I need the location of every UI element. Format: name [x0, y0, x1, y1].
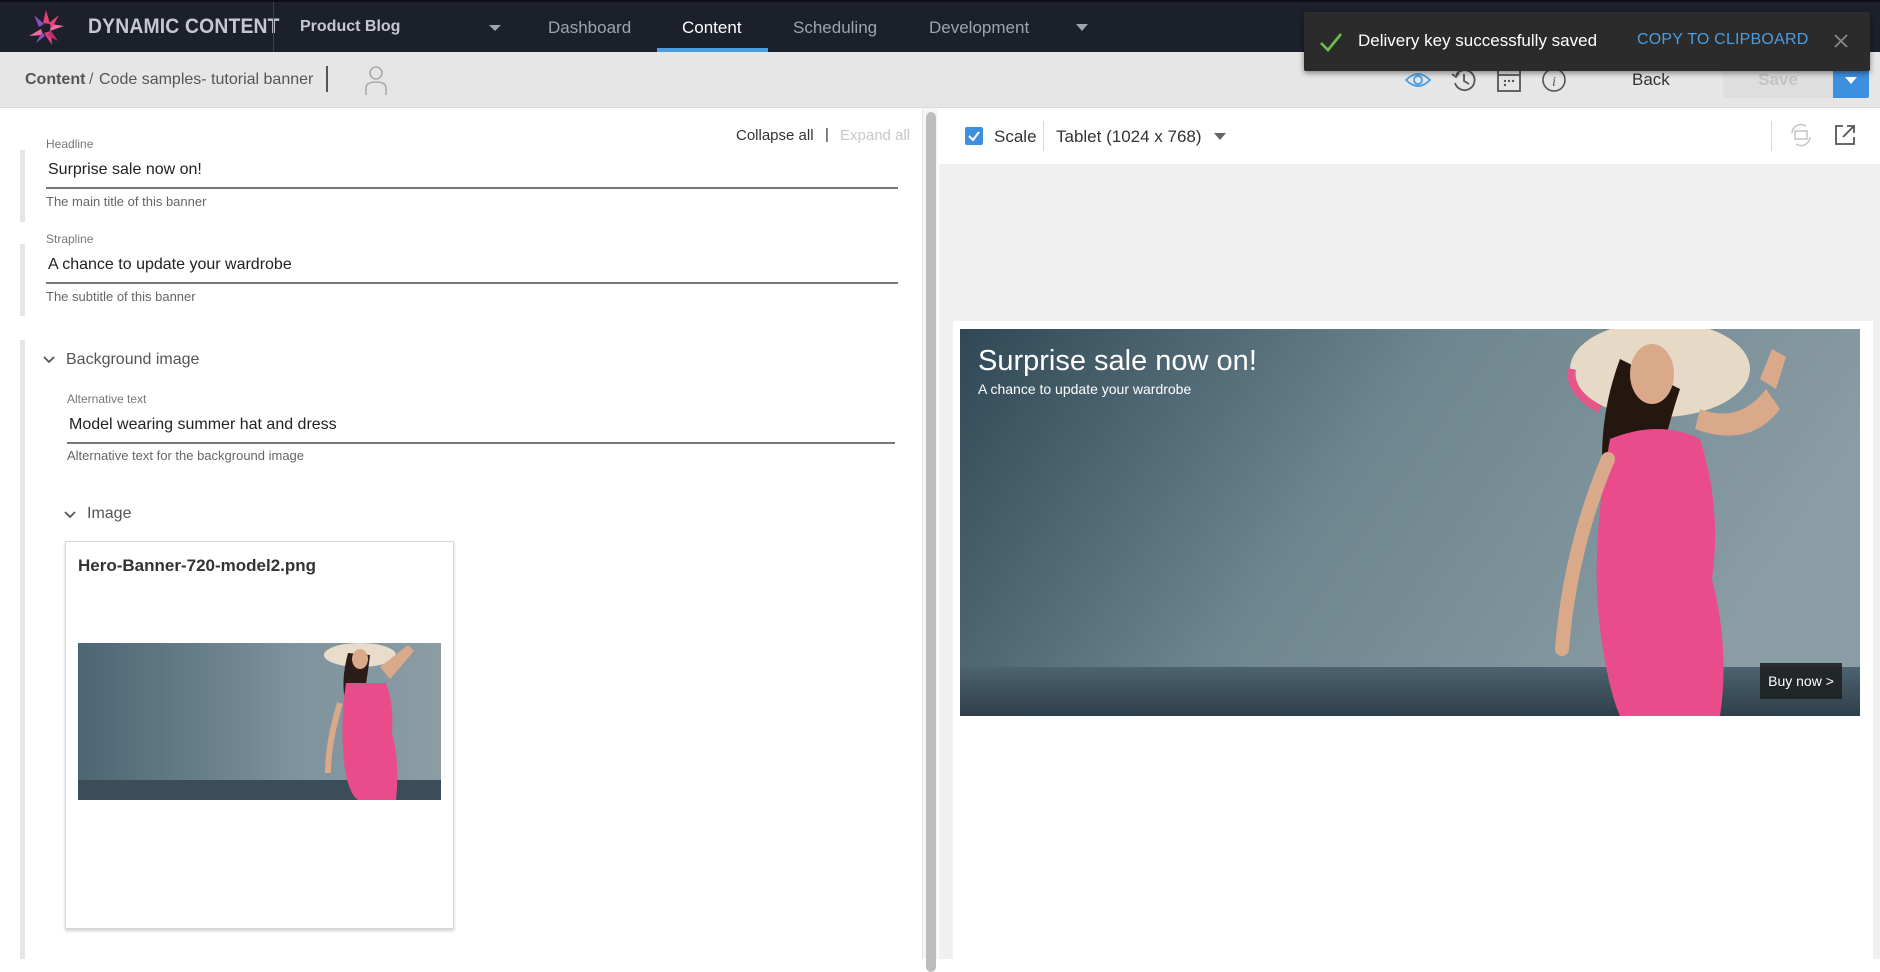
headline-underline — [46, 187, 898, 189]
close-icon[interactable] — [1830, 30, 1852, 52]
alt-text-help: Alternative text for the background imag… — [67, 448, 305, 463]
field-indicator-bar — [20, 340, 25, 959]
asset-thumbnail-image — [78, 643, 441, 800]
nav-tab-content[interactable]: Content — [682, 18, 742, 38]
nav-tab-development[interactable]: Development — [929, 18, 1029, 38]
preview-toolbar: Scale Tablet (1024 x 768) — [939, 108, 1880, 164]
device-preview-frame: Surprise sale now on! A chance to update… — [953, 321, 1873, 961]
banner-strapline: A chance to update your wardrobe — [978, 381, 1192, 397]
collapse-all-link[interactable]: Collapse all — [736, 127, 814, 144]
toast-message: Delivery key successfully saved — [1358, 31, 1598, 50]
expand-all-link[interactable]: Expand all — [840, 127, 910, 144]
nav-divider — [273, 2, 274, 54]
hero-banner: Surprise sale now on! A chance to update… — [960, 329, 1860, 716]
link-separator: | — [825, 126, 829, 143]
alt-text-underline — [67, 442, 895, 444]
checkmark-icon — [968, 131, 980, 142]
headline-label: Headline — [46, 137, 94, 151]
banner-headline: Surprise sale now on! — [978, 345, 1257, 377]
hub-selector[interactable]: Product Blog — [300, 18, 400, 36]
alt-text-label: Alternative text — [67, 392, 147, 406]
headline-input[interactable] — [48, 161, 898, 179]
asset-filename: Hero-Banner-720-model2.png — [78, 556, 317, 575]
strapline-input[interactable] — [48, 256, 898, 274]
buy-now-button[interactable]: Buy now > — [1760, 663, 1842, 699]
toolbar-divider — [1771, 121, 1772, 151]
success-toast: Delivery key successfully saved COPY TO … — [1304, 12, 1870, 71]
nav-tab-scheduling[interactable]: Scheduling — [793, 18, 877, 38]
hub-dropdown-caret-icon[interactable] — [489, 25, 501, 31]
headline-help: The main title of this banner — [46, 194, 207, 209]
strapline-help: The subtitle of this banner — [46, 289, 196, 304]
rotate-device-icon[interactable] — [1788, 122, 1814, 148]
dynamic-content-logo-icon[interactable] — [26, 8, 66, 48]
device-dropdown-caret-icon[interactable] — [1214, 133, 1226, 140]
image-asset-card[interactable]: Hero-Banner-720-model2.png — [65, 541, 454, 929]
alt-text-input[interactable] — [69, 416, 894, 434]
open-external-icon[interactable] — [1832, 122, 1858, 148]
breadcrumb-separator: / — [89, 71, 94, 88]
checkmark-icon — [1320, 33, 1343, 52]
chevron-down-icon[interactable] — [63, 510, 77, 520]
nav-tab-dashboard[interactable]: Dashboard — [548, 18, 631, 38]
image-section-title[interactable]: Image — [87, 505, 131, 523]
copy-to-clipboard-button[interactable]: COPY TO CLIPBOARD — [1637, 31, 1808, 49]
content-editor-panel: Collapse all | Expand all Headline The m… — [0, 108, 920, 959]
strapline-label: Strapline — [46, 232, 94, 246]
scale-label[interactable]: Scale — [994, 127, 1037, 147]
scrollbar-thumb[interactable] — [926, 112, 936, 972]
user-icon[interactable] — [363, 64, 389, 96]
preview-panel: Scale Tablet (1024 x 768) Surprise sale … — [939, 108, 1880, 961]
toolbar-divider — [1043, 121, 1044, 151]
more-nav-caret-icon[interactable] — [1076, 24, 1088, 31]
background-image-section-title[interactable]: Background image — [66, 351, 199, 369]
device-size-selector[interactable]: Tablet (1024 x 768) — [1056, 127, 1202, 147]
editor-scrollbar[interactable] — [922, 108, 938, 972]
breadcrumb-current: Code samples- tutorial banner — [99, 71, 314, 88]
field-indicator-bar — [20, 244, 25, 316]
svg-text:i: i — [1552, 75, 1556, 90]
header-divider — [326, 66, 328, 92]
strapline-underline — [46, 282, 898, 284]
field-indicator-bar — [20, 150, 25, 222]
scale-checkbox[interactable] — [965, 127, 983, 145]
breadcrumb-root[interactable]: Content — [25, 71, 85, 89]
chevron-down-icon[interactable] — [42, 355, 56, 365]
brand-name: DYNAMIC CONTENT — [88, 15, 280, 38]
back-button[interactable]: Back — [1632, 70, 1670, 90]
